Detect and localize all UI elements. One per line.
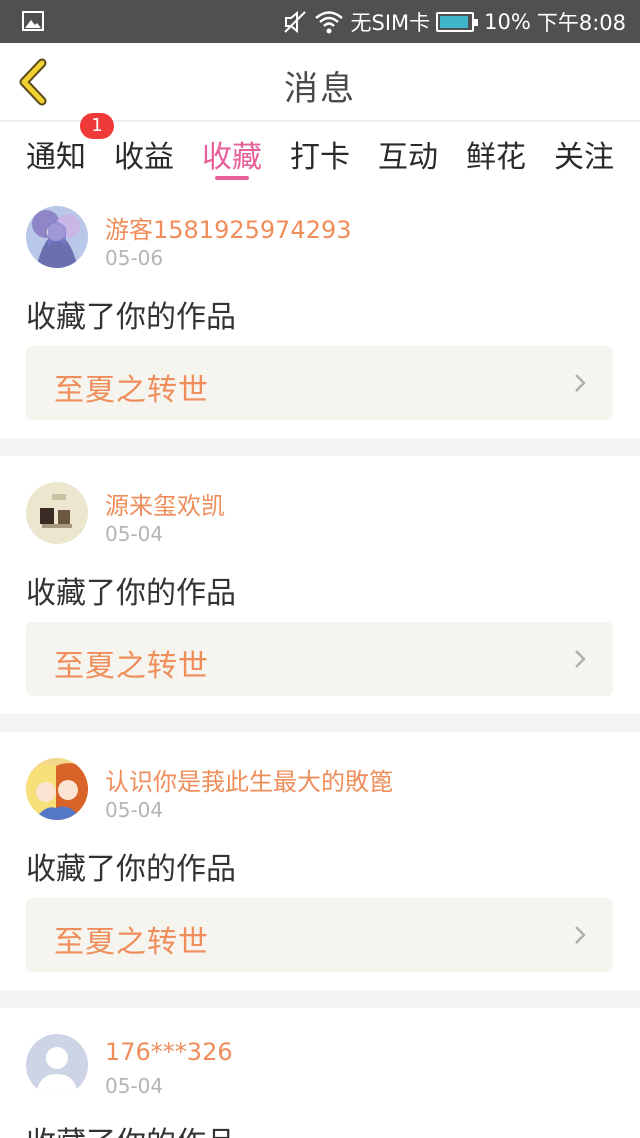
work-title: 至夏之转世 <box>54 925 209 960</box>
card-separator <box>0 990 640 1008</box>
tab-notifications[interactable]: 通知 <box>26 132 86 176</box>
username[interactable]: 认识你是莪此生最大的敗篦 <box>105 762 393 797</box>
tab-interaction[interactable]: 互动 <box>378 132 438 176</box>
mute-icon <box>284 10 307 33</box>
work-link[interactable]: 至夏之转世 <box>26 622 613 696</box>
username[interactable]: 源来玺欢凯 <box>105 486 225 521</box>
tab-flowers[interactable]: 鲜花 <box>466 132 526 176</box>
message-card: 认识你是莪此生最大的敗篦 05-04 收藏了你的作品 至夏之转世 <box>0 732 640 990</box>
default-avatar-icon[interactable] <box>26 1034 88 1096</box>
username[interactable]: 176***326 <box>105 1038 233 1066</box>
message-date: 05-04 <box>105 798 164 822</box>
notification-badge: 1 <box>80 113 114 139</box>
wifi-icon <box>315 10 344 33</box>
message-card: 176***326 05-04 收藏了你的作品 <box>0 1008 640 1138</box>
gallery-icon <box>22 11 44 31</box>
app-header: 消息 <box>0 43 640 121</box>
tab-earnings[interactable]: 收益 <box>114 132 174 176</box>
message-card: 源来玺欢凯 05-04 收藏了你的作品 至夏之转世 <box>0 456 640 714</box>
message-card: 游客1581925974293 05-06 收藏了你的作品 至夏之转世 <box>0 190 640 438</box>
work-title: 至夏之转世 <box>54 649 209 684</box>
action-text: 收藏了你的作品 <box>26 852 236 887</box>
work-link[interactable]: 至夏之转世 <box>26 898 613 972</box>
chevron-right-icon <box>575 374 586 392</box>
page-title: 消息 <box>284 69 356 109</box>
message-date: 05-04 <box>105 522 164 546</box>
message-date: 05-06 <box>105 246 164 270</box>
card-separator <box>0 714 640 732</box>
action-text: 收藏了你的作品 <box>26 1118 236 1138</box>
tab-favorites[interactable]: 收藏 <box>202 132 262 176</box>
action-text: 收藏了你的作品 <box>26 300 236 335</box>
username[interactable]: 游客1581925974293 <box>105 210 352 245</box>
chevron-right-icon <box>575 926 586 944</box>
message-date: 05-04 <box>105 1074 164 1098</box>
avatar[interactable] <box>26 482 88 544</box>
clock: 下午8:08 <box>536 10 626 35</box>
avatar[interactable] <box>26 206 88 268</box>
carrier-text: 无SIM卡 <box>350 10 431 35</box>
tab-checkin[interactable]: 打卡 <box>290 132 350 176</box>
chevron-right-icon <box>575 650 586 668</box>
status-bar: 无SIM卡 10% 下午8:08 <box>0 0 640 43</box>
action-text: 收藏了你的作品 <box>26 576 236 611</box>
tab-follow[interactable]: 关注 <box>554 132 614 176</box>
battery-percent: 10% <box>484 9 531 34</box>
active-tab-indicator <box>215 176 249 180</box>
work-link[interactable]: 至夏之转世 <box>26 346 613 420</box>
battery-icon <box>436 11 479 32</box>
work-title: 至夏之转世 <box>54 373 209 408</box>
card-separator <box>0 438 640 456</box>
avatar[interactable] <box>26 758 88 820</box>
